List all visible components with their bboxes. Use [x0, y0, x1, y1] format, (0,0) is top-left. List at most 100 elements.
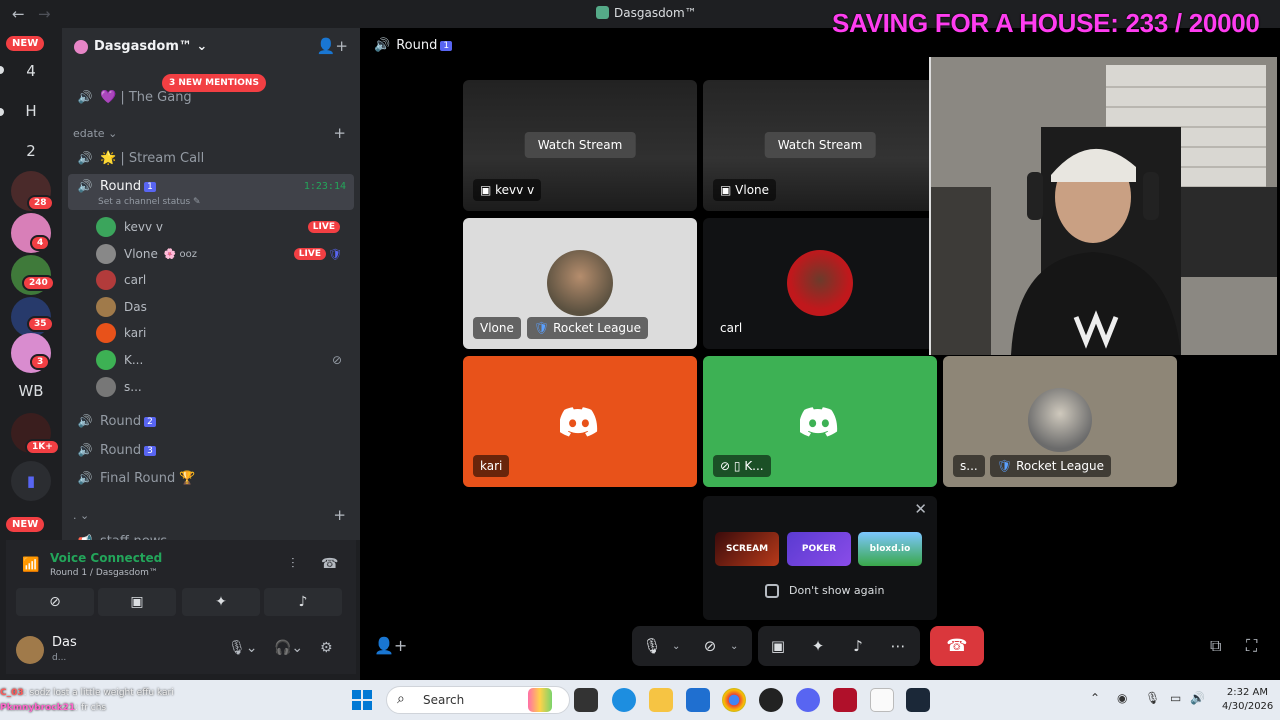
activity-poker[interactable]: POKER — [787, 532, 851, 566]
forward-arrow-icon[interactable]: → — [38, 5, 51, 23]
stream-tile-kevv[interactable]: Watch Stream ▣ kevv v — [463, 80, 697, 211]
participant-tile-kari[interactable]: kari — [463, 356, 697, 487]
voice-member[interactable]: carl — [96, 268, 348, 292]
activities-icon[interactable]: ✦ — [798, 637, 838, 655]
voice-connected-label[interactable]: Voice Connected — [50, 551, 162, 565]
new-mentions-pill[interactable]: 3 NEW MENTIONS — [162, 74, 266, 92]
clock[interactable]: 2:32 AM 4/30/2026 — [1222, 686, 1273, 714]
participant-tile-vlone[interactable]: Vlone 🛡 Rocket League — [463, 218, 697, 349]
guild-name[interactable]: Dasgasdom™ ⌄ — [94, 39, 207, 54]
edge-icon[interactable] — [612, 688, 636, 712]
dont-show-label[interactable]: Don't show again — [789, 584, 884, 597]
avatar — [96, 270, 116, 290]
avatar[interactable] — [16, 636, 44, 664]
channel-final-round[interactable]: 🔊 Final Round 🏆 — [68, 465, 354, 491]
member-name: Das — [124, 300, 147, 314]
voice-location[interactable]: Round 1 / Dasgasdom™ — [50, 568, 158, 578]
voice-member[interactable]: kari — [96, 321, 348, 345]
discord-icon[interactable] — [796, 688, 820, 712]
notepad-icon[interactable] — [870, 688, 894, 712]
microphone-icon[interactable]: 🎙⌄ — [228, 640, 258, 656]
adobe-icon[interactable] — [833, 688, 857, 712]
voice-member[interactable]: kevv v LIVE — [96, 215, 348, 239]
category-edate[interactable]: edate ⌄ — [73, 127, 117, 140]
activity-bloxd[interactable]: bloxd.io — [858, 532, 922, 566]
signal-icon[interactable]: 📶 — [22, 557, 39, 573]
channel-round-3[interactable]: 🔊 Round 3 — [68, 437, 354, 463]
windows-start-icon[interactable] — [352, 690, 372, 710]
channel-label: Round 1 — [100, 179, 156, 194]
category-dot[interactable]: . ⌄ — [73, 509, 89, 522]
chrome-icon[interactable] — [722, 688, 746, 712]
camera-off-button[interactable]: ⊘ — [16, 588, 94, 616]
create-channel-icon[interactable]: + — [333, 124, 346, 142]
voice-member[interactable]: s... — [96, 375, 348, 399]
steam-icon[interactable] — [906, 688, 930, 712]
guild-header[interactable]: Dasgasdom™ ⌄ 👤+ — [62, 28, 360, 66]
voice-member[interactable]: Vlone 🌸 ooz LIVE 🛡 — [96, 242, 348, 266]
username[interactable]: Das — [52, 635, 77, 650]
soundboard-icon[interactable]: ♪ — [838, 637, 878, 655]
voice-member[interactable]: K... ⊘ — [96, 348, 348, 372]
chevron-down-icon[interactable]: ⌄ — [730, 641, 748, 652]
voice-member[interactable]: Das — [96, 295, 348, 319]
network-icon[interactable]: ▭ — [1170, 691, 1181, 705]
headphones-icon[interactable]: 🎧⌄ — [274, 640, 303, 656]
screen-share-button[interactable]: ▣ — [98, 588, 176, 616]
noise-suppression-icon[interactable]: ⫶ — [291, 556, 295, 572]
server-h[interactable]: H — [11, 91, 51, 131]
channel-round-2[interactable]: 🔊 Round 2 — [68, 408, 354, 434]
add-person-icon[interactable]: 👤+ — [374, 636, 407, 655]
channel-staff-news[interactable]: 📢 staff-news — [68, 528, 354, 541]
create-channel-icon[interactable]: + — [333, 506, 346, 524]
folder-icon[interactable]: ▮ — [11, 461, 51, 501]
fullscreen-icon[interactable]: ⛶ — [1246, 636, 1257, 656]
watch-stream-button[interactable]: Watch Stream — [524, 132, 636, 158]
activities-button[interactable]: ✦ — [182, 588, 260, 616]
obs-icon[interactable] — [759, 688, 783, 712]
soundboard-button[interactable]: ♪ — [264, 588, 342, 616]
avatar — [96, 350, 116, 370]
speaker-icon: 🔊 — [77, 90, 93, 104]
avatar — [96, 244, 116, 264]
tile-name-tag: ▣ kevv v — [473, 179, 542, 201]
participant-tile-s[interactable]: s... 🛡 Rocket League — [943, 356, 1177, 487]
channel-number-badge: 2 — [144, 416, 156, 427]
leave-call-button[interactable]: ☎ — [930, 626, 984, 666]
channel-round-1[interactable]: 🔊 Round 1 1:23:14 Set a channel status ✎ — [68, 174, 354, 210]
channel-label: Final Round 🏆 — [100, 470, 196, 486]
server-wb[interactable]: WB — [11, 371, 51, 411]
server-4[interactable]: 4 — [11, 51, 51, 91]
widgets-icon[interactable] — [528, 688, 552, 712]
new-badge-top: NEW — [6, 36, 45, 51]
back-arrow-icon[interactable]: ← — [12, 5, 25, 23]
speaker-icon: 🔊 — [77, 414, 93, 428]
chevron-down-icon[interactable]: ⌄ — [672, 641, 690, 652]
stream-tile-vlone[interactable]: Watch Stream ▣ Vlone — [703, 80, 937, 211]
tray-icon[interactable]: ◉ — [1117, 691, 1127, 705]
activity-scream[interactable]: SCREAM — [715, 532, 779, 566]
channel-status-text: Set a channel status — [98, 197, 191, 207]
more-options-icon[interactable]: ⋯ — [878, 637, 918, 655]
microphone-icon[interactable]: 🎙 — [632, 637, 672, 655]
camera-off-icon[interactable]: ⊘ — [690, 637, 730, 655]
store-icon[interactable] — [686, 688, 710, 712]
channel-status[interactable]: Set a channel status ✎ — [98, 197, 201, 207]
volume-icon[interactable]: 🔊 — [1190, 691, 1205, 705]
participant-tile-carl[interactable]: carl — [703, 218, 937, 349]
file-explorer-icon[interactable] — [649, 688, 673, 712]
pop-out-icon[interactable]: ⧉ — [1210, 636, 1221, 656]
task-view-icon[interactable] — [574, 688, 598, 712]
watch-stream-button[interactable]: Watch Stream — [764, 132, 876, 158]
disconnect-icon[interactable]: ☎ — [321, 556, 338, 572]
participant-tile-k[interactable]: ⊘ ▯ K... — [703, 356, 937, 487]
tray-overflow-icon[interactable]: ⌃ — [1090, 691, 1100, 705]
screen-share-icon[interactable]: ▣ — [758, 637, 798, 655]
dont-show-checkbox[interactable] — [765, 584, 779, 598]
gear-icon[interactable]: ⚙ — [320, 640, 333, 656]
invite-people-icon[interactable]: 👤+ — [317, 37, 348, 55]
close-icon[interactable]: ✕ — [914, 500, 927, 518]
server-2[interactable]: 2 — [11, 131, 51, 171]
channel-stream-call[interactable]: 🔊 🌟 | Stream Call — [68, 145, 354, 171]
microphone-tray-icon[interactable]: 🎙 — [1145, 691, 1160, 705]
